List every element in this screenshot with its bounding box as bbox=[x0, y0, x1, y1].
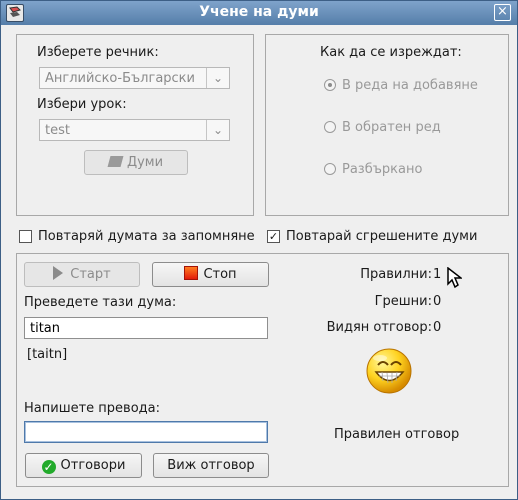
seen-answer-label: Видян отговор: bbox=[326, 320, 432, 335]
title-bar[interactable]: Учене на думи × bbox=[1, 1, 517, 25]
word-field[interactable] bbox=[24, 317, 270, 339]
order-reverse-radio[interactable] bbox=[324, 121, 336, 133]
dictionary-label: Изберете речник: bbox=[37, 45, 159, 60]
repeat-word-checkbox[interactable] bbox=[19, 230, 32, 243]
learning-window: Учене на думи × Изберете речник: Английс… bbox=[0, 0, 518, 500]
order-added-radio[interactable] bbox=[324, 79, 336, 91]
correct-value: 1 bbox=[433, 267, 442, 282]
answer-label: Напишете превода: bbox=[24, 401, 160, 416]
repeat-word-label: Повтаряй думата за запомняне bbox=[38, 229, 255, 244]
repeat-wrong-label: Повтарай сгрешените думи bbox=[286, 229, 478, 244]
lesson-combo[interactable]: test ⌄ bbox=[39, 119, 230, 141]
book-icon bbox=[107, 156, 124, 167]
order-shuffle-label: Разбъркано bbox=[342, 162, 423, 177]
start-button[interactable]: Старт bbox=[24, 262, 140, 287]
close-button[interactable]: × bbox=[494, 4, 511, 21]
order-added-label: В реда на добавяне bbox=[342, 78, 478, 93]
lesson-label: Избери урок: bbox=[37, 97, 127, 112]
order-panel: Как да се изреждат: В реда на добавяне В… bbox=[265, 34, 509, 216]
order-title: Как да се изреждат: bbox=[320, 45, 462, 60]
start-label: Старт bbox=[70, 267, 111, 282]
check-icon: ✓ bbox=[41, 460, 56, 474]
order-reverse-label: В обратен ред bbox=[342, 120, 441, 135]
wrong-label: Грешни: bbox=[374, 294, 432, 309]
dictionary-panel: Изберете речник: Английско-Български ⌄ И… bbox=[16, 34, 254, 216]
wrong-value: 0 bbox=[433, 294, 442, 309]
words-button[interactable]: Думи bbox=[84, 150, 188, 175]
show-answer-button[interactable]: Виж отговор bbox=[153, 453, 269, 478]
order-shuffle-radio[interactable] bbox=[324, 163, 336, 175]
play-icon bbox=[53, 266, 64, 280]
chevron-down-icon: ⌄ bbox=[206, 120, 229, 140]
dictionary-value: Английско-Български bbox=[45, 71, 195, 86]
words-label: Думи bbox=[126, 155, 164, 170]
answer-button[interactable]: ✓ Отговори bbox=[25, 453, 142, 478]
dictionary-combo[interactable]: Английско-Български ⌄ bbox=[39, 67, 230, 89]
stop-label: Стоп bbox=[203, 267, 237, 282]
answer-field[interactable] bbox=[24, 421, 270, 443]
mouse-pointer-icon bbox=[447, 267, 462, 289]
stop-icon bbox=[184, 266, 199, 280]
repeat-wrong-checkbox[interactable]: ✓ bbox=[267, 230, 280, 243]
answer-button-label: Отговори bbox=[60, 458, 126, 473]
translate-label: Преведете тази дума: bbox=[24, 295, 177, 310]
stop-button[interactable]: Стоп bbox=[152, 262, 269, 287]
window-title: Учене на думи bbox=[199, 4, 319, 20]
transcription: [taitn] bbox=[27, 347, 68, 362]
seen-answer-value: 0 bbox=[433, 320, 442, 335]
answer-input[interactable] bbox=[25, 422, 270, 443]
lesson-value: test bbox=[45, 123, 70, 138]
quiz-panel: Старт Стоп Преведете тази дума: [taitn] … bbox=[16, 253, 509, 487]
smiley-icon bbox=[366, 348, 412, 394]
correct-label: Правилни: bbox=[360, 267, 432, 282]
word-input[interactable] bbox=[25, 318, 270, 339]
chevron-down-icon: ⌄ bbox=[206, 68, 229, 88]
answer-result: Правилен отговор bbox=[334, 427, 460, 442]
show-answer-label: Виж отговор bbox=[167, 458, 255, 473]
